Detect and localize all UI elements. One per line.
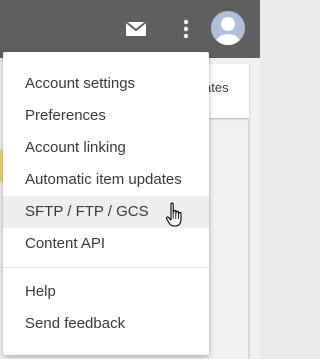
mail-icon[interactable] [125,18,147,40]
menu-item-help[interactable]: Help [3,276,209,308]
top-app-bar [0,0,260,58]
menu-divider [3,267,209,268]
menu-item-sftp-ftp-gcs[interactable]: SFTP / FTP / GCS [3,196,209,228]
more-vert-icon[interactable] [176,18,196,40]
menu-item-account-linking[interactable]: Account linking [3,132,209,164]
menu-item-account-settings[interactable]: Account settings [3,68,209,100]
menu-item-content-api[interactable]: Content API [3,228,209,260]
person-icon [215,17,241,45]
menu-item-automatic-item-updates[interactable]: Automatic item updates [3,164,209,196]
menu-item-preferences[interactable]: Preferences [3,100,209,132]
background-divider [248,118,250,359]
menu-item-send-feedback[interactable]: Send feedback [3,308,209,340]
account-menu: Account settings Preferences Account lin… [3,52,209,355]
avatar[interactable] [211,11,245,45]
